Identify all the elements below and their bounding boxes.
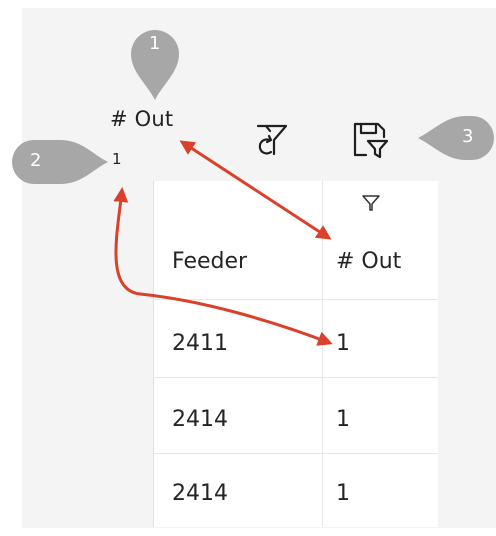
callout-2-number: 2 xyxy=(30,150,42,171)
row-divider xyxy=(154,453,438,454)
save-filter-icon[interactable] xyxy=(352,121,389,159)
row-divider xyxy=(154,377,438,378)
callout-3: 3 xyxy=(416,112,496,164)
row-divider xyxy=(154,299,438,300)
clear-filter-icon[interactable] xyxy=(254,122,290,158)
table-cell-feeder: 2414 xyxy=(172,481,228,506)
column-header-out[interactable]: # Out xyxy=(336,249,401,274)
table-cell-out: 1 xyxy=(336,331,350,356)
table-cell-out: 1 xyxy=(336,407,350,432)
table-cell-out: 1 xyxy=(336,481,350,506)
column-header-feeder[interactable]: Feeder xyxy=(172,249,247,274)
card-value: 1 xyxy=(112,150,122,168)
callout-3-number: 3 xyxy=(462,126,474,147)
card-title: # Out xyxy=(110,107,174,131)
callout-1-number: 1 xyxy=(149,33,161,54)
callout-2: 2 xyxy=(8,136,110,188)
data-table: Feeder # Out 2411 1 2414 1 2414 1 xyxy=(153,181,438,527)
column-divider xyxy=(322,181,323,527)
callout-1: 1 xyxy=(125,20,185,102)
table-cell-feeder: 2411 xyxy=(172,331,228,356)
table-cell-feeder: 2414 xyxy=(172,407,228,432)
filter-icon[interactable] xyxy=(361,193,381,213)
